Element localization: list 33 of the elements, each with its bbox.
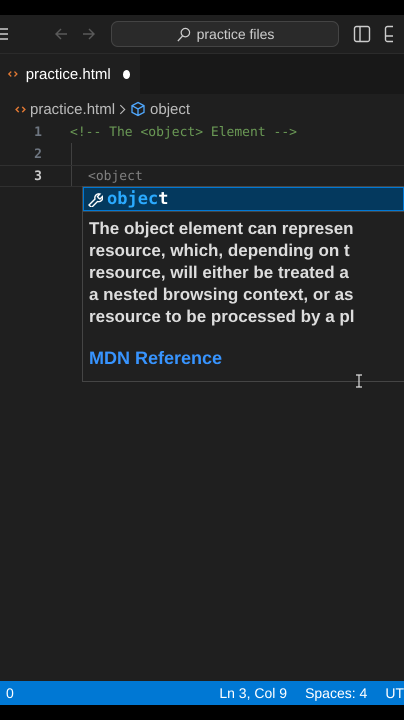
search-icon [176, 26, 191, 42]
menu-icon[interactable] [0, 28, 8, 40]
split-editor-icon[interactable] [353, 25, 371, 43]
tab-label: practice.html [26, 66, 111, 82]
cube-icon [130, 101, 146, 117]
status-item[interactable]: UT [385, 685, 404, 701]
status-item[interactable]: Spaces: 4 [305, 685, 368, 701]
suggestion-label: object [107, 189, 168, 209]
line-number: 2 [33, 146, 43, 162]
documentation-text: resource, will either be treated a [89, 262, 349, 284]
mdn-reference-link[interactable]: MDN Reference [89, 348, 222, 369]
status-item[interactable]: Ln 3, Col 9 [219, 685, 288, 701]
status-item[interactable]: 0 [6, 685, 14, 701]
documentation-text: resource, which, depending on t [89, 240, 350, 262]
documentation-text: The object element can represen [89, 218, 354, 240]
code-comment: <!-- The <object> Element --> [70, 124, 297, 140]
command-center-search[interactable]: practice files [111, 21, 339, 47]
code-brackets-icon [15, 106, 26, 112]
code-brackets-icon [8, 70, 18, 78]
search-placeholder: practice files [196, 26, 274, 42]
documentation-text: a nested browsing context, or as [89, 284, 354, 306]
breadcrumb-item[interactable]: practice.html [30, 100, 116, 118]
wrench-icon [87, 191, 103, 207]
line-number: 1 [33, 124, 43, 140]
code-text: <object [88, 168, 143, 184]
documentation-text: resource to be processed by a pl [89, 306, 354, 328]
panel-layout-icon[interactable] [384, 25, 393, 43]
suggestion-item[interactable]: object [83, 187, 404, 211]
breadcrumb-item[interactable]: object [150, 100, 190, 118]
editor-tab[interactable]: practice.html [0, 54, 140, 94]
chevron-icon [119, 104, 126, 114]
text-cursor-icon [355, 374, 363, 388]
line-number: 3 [33, 168, 43, 184]
